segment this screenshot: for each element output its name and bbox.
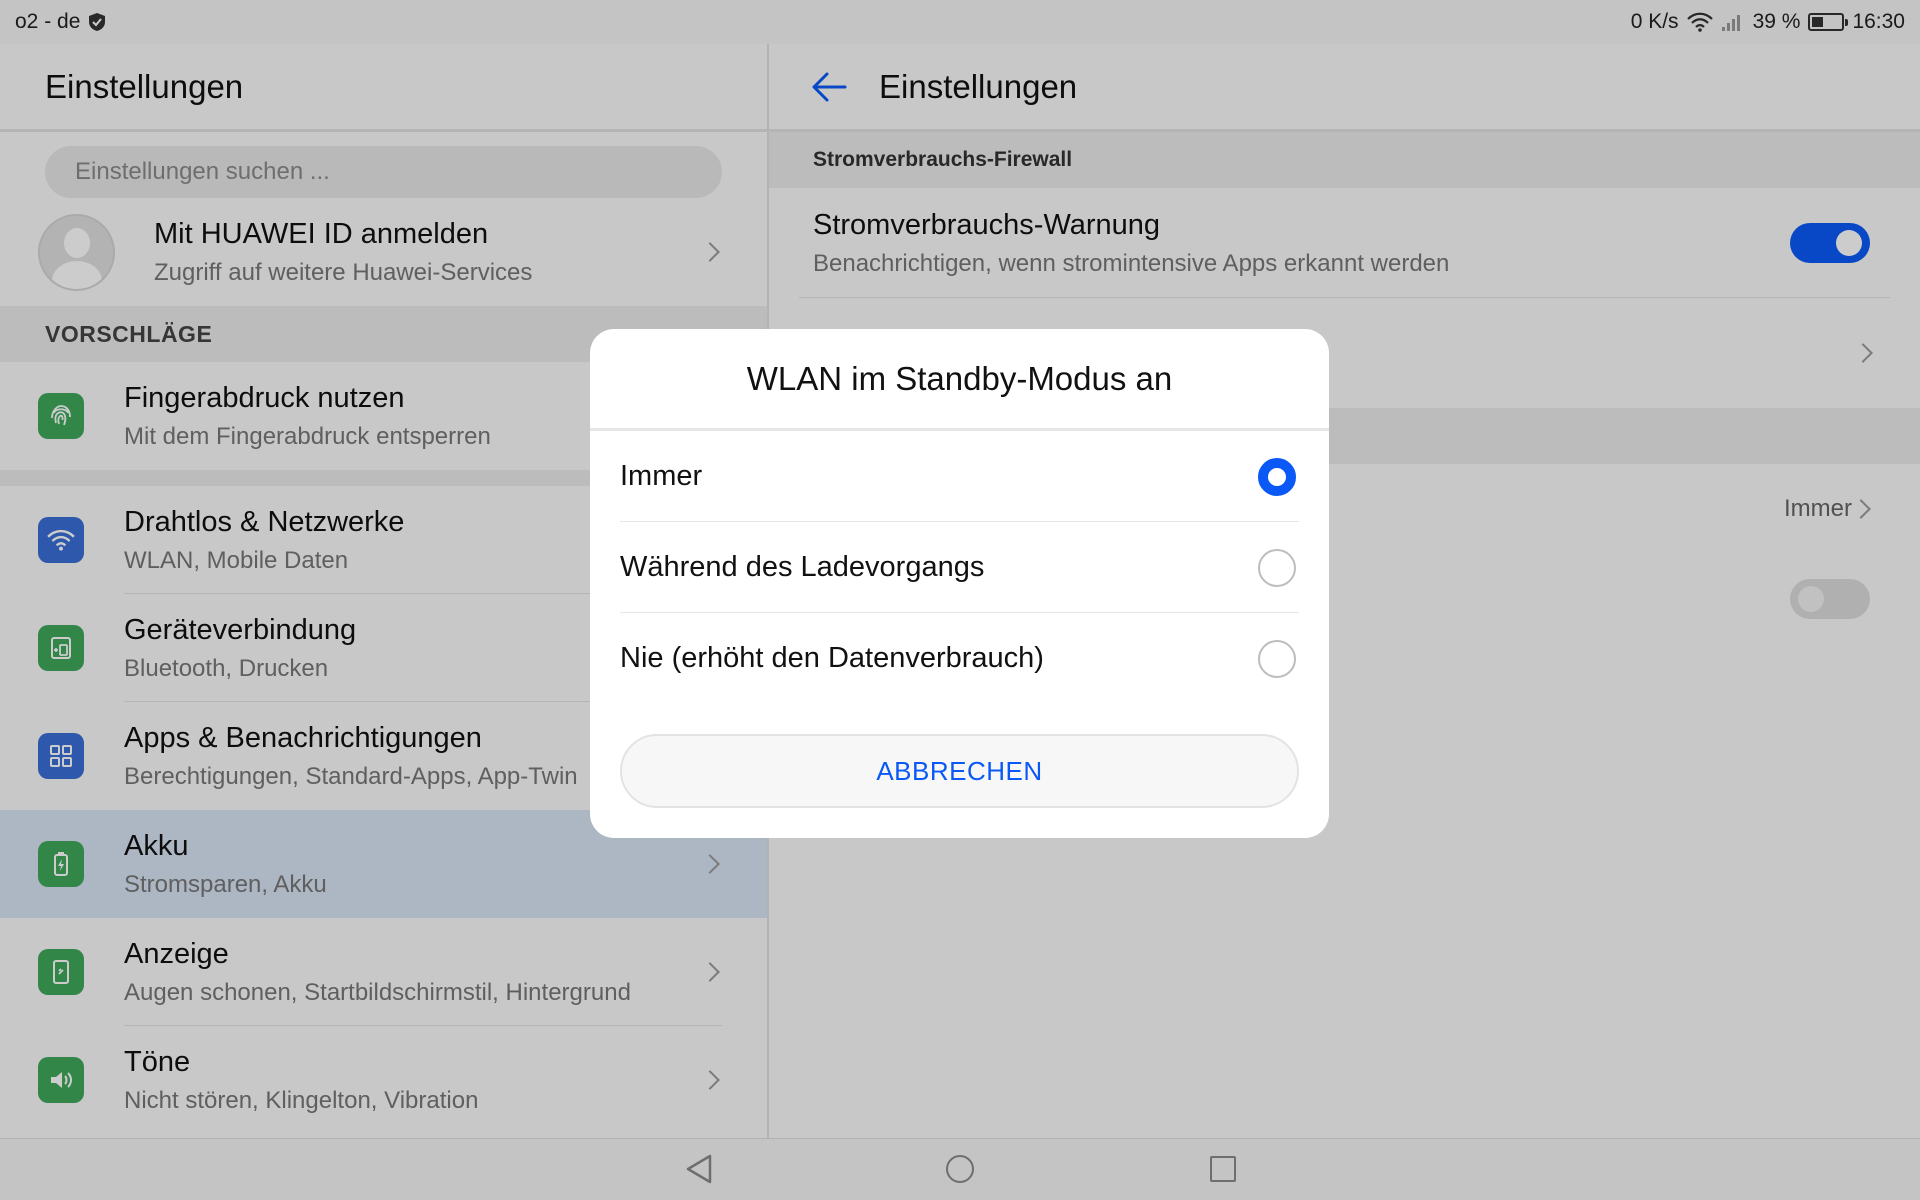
option-never[interactable]: Nie (erhöht den Datenverbrauch) [590,613,1329,704]
option-always[interactable]: Immer [590,431,1329,522]
radio-button[interactable] [1258,548,1296,587]
dialog-title: WLAN im Standby-Modus an [590,329,1329,431]
option-label: Nie (erhöht den Datenverbrauch) [620,642,1044,674]
option-label: Während des Ladevorgangs [620,551,985,583]
radio-button[interactable] [1258,639,1296,678]
wlan-standby-dialog: WLAN im Standby-Modus an Immer Während d… [590,329,1329,838]
cancel-button[interactable]: ABBRECHEN [620,734,1299,808]
radio-button[interactable] [1258,457,1296,496]
option-while-charging[interactable]: Während des Ladevorgangs [590,522,1329,613]
option-label: Immer [620,460,703,492]
